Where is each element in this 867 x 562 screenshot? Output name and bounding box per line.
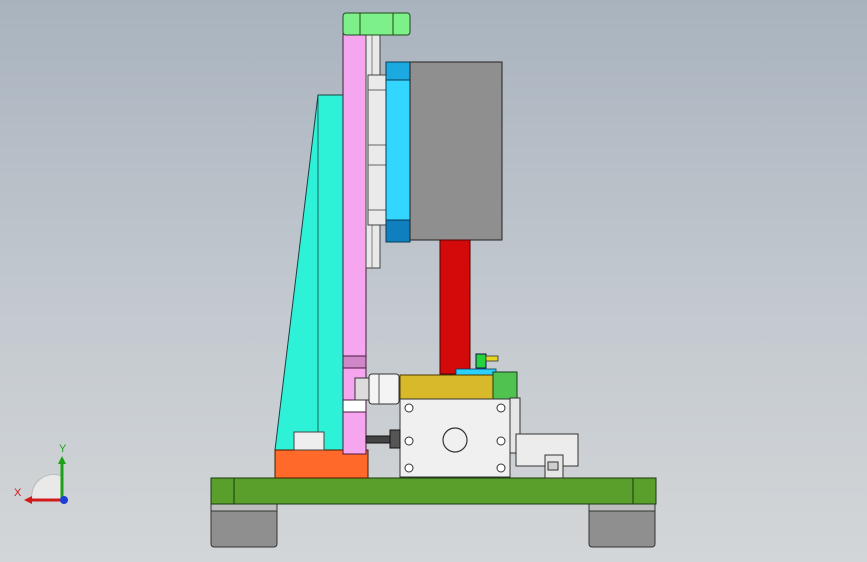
rubber-foot-right[interactable] <box>588 502 656 548</box>
assembly-side-view[interactable] <box>0 0 867 562</box>
red-push-rod[interactable] <box>439 239 471 375</box>
top-cap[interactable] <box>342 12 411 36</box>
base-plate[interactable] <box>210 477 657 505</box>
air-fitting[interactable] <box>365 429 401 449</box>
triad-disc <box>31 473 63 501</box>
cylinder-shaft[interactable] <box>354 373 400 405</box>
yellow-plate[interactable] <box>399 371 518 401</box>
rubber-foot-left[interactable] <box>210 502 278 548</box>
support-gusset[interactable] <box>274 94 344 451</box>
motor-body[interactable] <box>409 61 503 241</box>
linear-bearing[interactable] <box>367 74 387 226</box>
end-clamp[interactable] <box>509 397 579 479</box>
pneumatic-cylinder[interactable] <box>399 398 511 478</box>
z-axis-dot <box>60 496 68 504</box>
dowel-cylinder[interactable] <box>293 431 325 451</box>
axis-triad: Y X <box>14 443 68 504</box>
y-axis-label: Y <box>59 443 67 455</box>
motor-flange[interactable] <box>385 61 411 243</box>
x-axis-label: X <box>14 487 22 499</box>
cad-viewport[interactable]: Y X <box>0 0 867 562</box>
